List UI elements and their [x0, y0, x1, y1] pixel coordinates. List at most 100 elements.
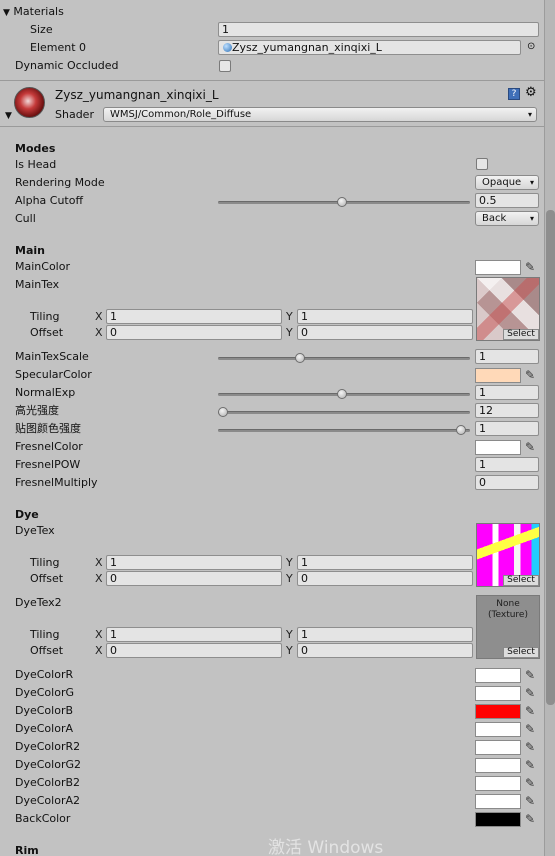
cull-dropdown[interactable]: Back ▾: [475, 211, 539, 226]
dye-tex-thumbnail[interactable]: Select: [476, 523, 540, 587]
dye-tiling-x-label: X: [95, 556, 103, 569]
eyedropper-icon[interactable]: ✎: [525, 704, 539, 718]
main-tex-scale-label: MainTexScale: [15, 350, 89, 363]
eyedropper-icon[interactable]: ✎: [525, 260, 539, 274]
dye-color-swatch[interactable]: [475, 668, 521, 683]
dye-color-swatch[interactable]: [475, 704, 521, 719]
alpha-cutoff-field[interactable]: 0.5: [475, 193, 539, 208]
main-offset-x-field[interactable]: 0: [106, 325, 282, 340]
dye-color-swatch[interactable]: [475, 740, 521, 755]
fresnel-color-swatch[interactable]: [475, 440, 521, 455]
fresnel-pow-label: FresnelPOW: [15, 458, 81, 471]
dye2-tiling-x-field[interactable]: 1: [106, 627, 282, 642]
highlight-strength-slider[interactable]: [218, 411, 470, 414]
tex-color-strength-field[interactable]: 1: [475, 421, 539, 436]
materials-foldout[interactable]: ▼ Materials: [3, 5, 64, 20]
fresnel-pow-field[interactable]: 1: [475, 457, 539, 472]
dye2-offset-x-label: X: [95, 644, 103, 657]
main-offset-y-label: Y: [286, 326, 293, 339]
dye2-tiling-y-field[interactable]: 1: [297, 627, 473, 642]
dye-color-label: DyeColorB: [15, 704, 74, 717]
eyedropper-icon[interactable]: ✎: [525, 686, 539, 700]
size-field[interactable]: 1: [218, 22, 539, 37]
dye-tiling-y-field[interactable]: 1: [297, 555, 473, 570]
dye-color-label: DyeColorG2: [15, 758, 81, 771]
dye2-offset-y-field[interactable]: 0: [297, 643, 473, 658]
main-offset-x-label: X: [95, 326, 103, 339]
eyedropper-icon[interactable]: ✎: [525, 794, 539, 808]
eyedropper-icon[interactable]: ✎: [525, 440, 539, 454]
material-sphere-icon: [223, 43, 232, 52]
dye-color-swatch[interactable]: [475, 722, 521, 737]
dye-tex-select-button[interactable]: Select: [503, 575, 539, 586]
dye-color-swatch[interactable]: [475, 758, 521, 773]
dye-tiling-x-field[interactable]: 1: [106, 555, 282, 570]
dye-color-swatch[interactable]: [475, 686, 521, 701]
main-color-label: MainColor: [15, 260, 70, 273]
scrollbar[interactable]: [544, 0, 555, 856]
main-offset-y-field[interactable]: 0: [297, 325, 473, 340]
is-head-checkbox[interactable]: [476, 158, 488, 170]
main-tex-scale-slider[interactable]: [218, 357, 470, 360]
main-title: Main: [15, 244, 45, 257]
normal-exp-knob[interactable]: [337, 389, 347, 399]
main-tiling-y-label: Y: [286, 310, 293, 323]
main-tiling-x-field[interactable]: 1: [106, 309, 282, 324]
dye-title: Dye: [15, 508, 39, 521]
specular-color-swatch[interactable]: [475, 368, 521, 383]
eyedropper-icon[interactable]: ✎: [525, 812, 539, 826]
dynamic-occluded-checkbox[interactable]: [219, 60, 231, 72]
dye2-offset-label: Offset: [30, 644, 64, 657]
dye-offset-y-field[interactable]: 0: [297, 571, 473, 586]
scrollbar-thumb[interactable]: [546, 210, 555, 705]
dye-tex2-thumbnail[interactable]: None (Texture) Select: [476, 595, 540, 659]
dye-color-label: DyeColorA: [15, 722, 73, 735]
dye-color-label: DyeColorA2: [15, 794, 80, 807]
element-label: Element 0: [30, 41, 87, 54]
dye-offset-x-field[interactable]: 0: [106, 571, 282, 586]
dye-color-label: DyeColorR2: [15, 740, 81, 753]
help-icon[interactable]: ?: [508, 88, 520, 100]
is-head-label: Is Head: [15, 158, 57, 171]
main-tex-scale-field[interactable]: 1: [475, 349, 539, 364]
material-preview-icon: [14, 87, 45, 118]
dye2-offset-x-field[interactable]: 0: [106, 643, 282, 658]
tex-color-strength-slider[interactable]: [218, 429, 470, 432]
rendering-mode-label: Rendering Mode: [15, 176, 105, 189]
eyedropper-icon[interactable]: ✎: [525, 740, 539, 754]
dye-tex2-select-button[interactable]: Select: [503, 647, 539, 658]
foldout-arrow-icon: ▼: [3, 8, 10, 18]
eyedropper-icon[interactable]: ✎: [525, 722, 539, 736]
alpha-cutoff-knob[interactable]: [337, 197, 347, 207]
highlight-strength-knob[interactable]: [217, 407, 228, 417]
main-tex-scale-knob[interactable]: [294, 353, 305, 363]
main-tiling-y-field[interactable]: 1: [297, 309, 473, 324]
main-tex-select-button[interactable]: Select: [503, 329, 539, 340]
fresnel-multiply-field[interactable]: 0: [475, 475, 539, 490]
dye-color-swatch[interactable]: [475, 794, 521, 809]
main-tex-thumbnail[interactable]: Select: [476, 277, 540, 341]
object-picker-icon[interactable]: ⊙: [527, 41, 535, 52]
element-object-field[interactable]: Zysz_yumangnan_xinqixi_L: [218, 40, 521, 55]
dye-color-label: DyeColorB2: [15, 776, 81, 789]
rendering-mode-dropdown[interactable]: Opaque ▾: [475, 175, 539, 190]
eyedropper-icon[interactable]: ✎: [525, 668, 539, 682]
dye-color-swatch[interactable]: [475, 776, 521, 791]
shader-dropdown[interactable]: WMSJ/Common/Role_Diffuse ▾: [103, 107, 537, 122]
eyedropper-icon[interactable]: ✎: [525, 758, 539, 772]
shader-foldout-arrow-icon[interactable]: ▼: [5, 111, 12, 121]
eyedropper-icon[interactable]: ✎: [525, 368, 539, 382]
tex-color-strength-knob[interactable]: [456, 425, 467, 435]
dye-tex-label: DyeTex: [15, 524, 55, 537]
chevron-down-icon: ▾: [529, 214, 534, 223]
normal-exp-field[interactable]: 1: [475, 385, 539, 400]
dye-color-swatch[interactable]: [475, 812, 521, 827]
fresnel-multiply-label: FresnelMultiply: [15, 476, 98, 489]
dye-offset-y-label: Y: [286, 572, 293, 585]
main-color-swatch[interactable]: [475, 260, 521, 275]
dye2-tiling-label: Tiling: [30, 628, 60, 641]
highlight-strength-field[interactable]: 12: [475, 403, 539, 418]
eyedropper-icon[interactable]: ✎: [525, 776, 539, 790]
dye2-tiling-y-label: Y: [286, 628, 293, 641]
gear-icon[interactable]: ⚙: [525, 85, 537, 100]
